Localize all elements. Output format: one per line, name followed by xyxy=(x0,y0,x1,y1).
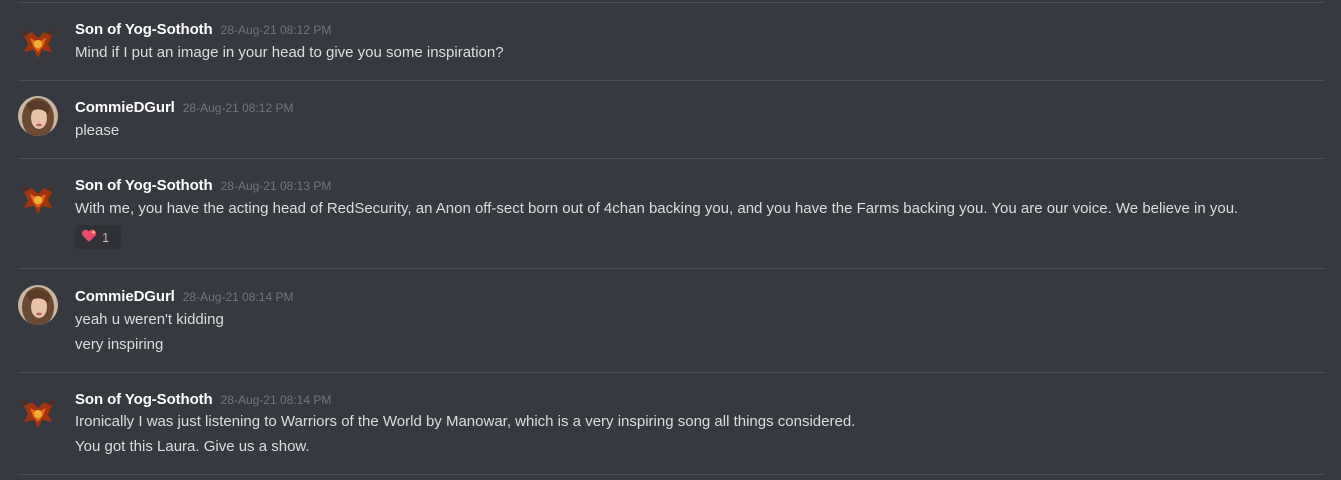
message-text: You got this Laura. Give us a show. xyxy=(75,438,310,455)
message-text: Ironically I was just listening to Warri… xyxy=(75,413,856,430)
message-divider xyxy=(18,80,1325,81)
message: CommieDGurl 28-Aug-21 08:12 PM please xyxy=(0,96,1341,158)
dragon-emblem-icon xyxy=(18,180,58,220)
woman-portrait-icon xyxy=(18,285,58,325)
woman-portrait-avatar[interactable] xyxy=(18,285,58,325)
timestamp: 28-Aug-21 08:12 PM xyxy=(220,23,332,37)
message-text: With me, you have the acting head of Red… xyxy=(75,200,1239,217)
sparkling-heart-icon xyxy=(81,229,97,245)
message-text: please xyxy=(75,122,120,139)
reaction-count: 1 xyxy=(102,229,110,245)
timestamp: 28-Aug-21 08:13 PM xyxy=(220,179,332,193)
dragon-emblem-icon xyxy=(18,394,58,434)
timestamp: 28-Aug-21 08:14 PM xyxy=(220,393,332,407)
username[interactable]: Son of Yog-Sothoth xyxy=(75,391,213,408)
dragon-emblem-avatar[interactable] xyxy=(18,180,58,220)
author-line: Son of Yog-Sothoth 28-Aug-21 08:14 PM xyxy=(75,390,331,410)
woman-portrait-icon xyxy=(18,96,58,136)
author-line: CommieDGurl 28-Aug-21 08:14 PM xyxy=(75,287,294,307)
author-line: Son of Yog-Sothoth 28-Aug-21 08:12 PM xyxy=(75,20,331,40)
woman-portrait-avatar[interactable] xyxy=(18,96,58,136)
username[interactable]: Son of Yog-Sothoth xyxy=(75,21,213,38)
message-divider xyxy=(18,158,1325,159)
message: Son of Yog-Sothoth 28-Aug-21 08:13 PM Wit… xyxy=(0,176,1341,268)
reaction-button[interactable]: 1 xyxy=(75,225,121,249)
message-text: Mind if I put an image in your head to g… xyxy=(75,44,504,61)
message-text: yeah u weren't kidding xyxy=(75,311,224,328)
username[interactable]: CommieDGurl xyxy=(75,288,175,305)
message-divider xyxy=(18,2,1325,3)
chat-log: Son of Yog-Sothoth 28-Aug-21 08:12 PM Min… xyxy=(0,0,1341,480)
dragon-emblem-avatar[interactable] xyxy=(18,394,58,434)
message: Son of Yog-Sothoth 28-Aug-21 08:12 PM Min… xyxy=(0,20,1341,80)
dragon-emblem-avatar[interactable] xyxy=(18,24,58,64)
author-line: Son of Yog-Sothoth 28-Aug-21 08:13 PM xyxy=(75,176,331,196)
username[interactable]: Son of Yog-Sothoth xyxy=(75,177,213,194)
username[interactable]: CommieDGurl xyxy=(75,99,175,116)
message-text: very inspiring xyxy=(75,336,164,353)
author-line: CommieDGurl 28-Aug-21 08:12 PM xyxy=(75,98,294,118)
message-divider xyxy=(18,474,1325,475)
message: Son of Yog-Sothoth 28-Aug-21 08:14 PM Iro… xyxy=(0,390,1341,474)
dragon-emblem-icon xyxy=(18,24,58,64)
timestamp: 28-Aug-21 08:14 PM xyxy=(182,290,294,304)
message: CommieDGurl 28-Aug-21 08:14 PM yeah u wer… xyxy=(0,285,1341,371)
message-divider xyxy=(18,372,1325,373)
message-divider xyxy=(18,268,1325,269)
timestamp: 28-Aug-21 08:12 PM xyxy=(182,101,294,115)
